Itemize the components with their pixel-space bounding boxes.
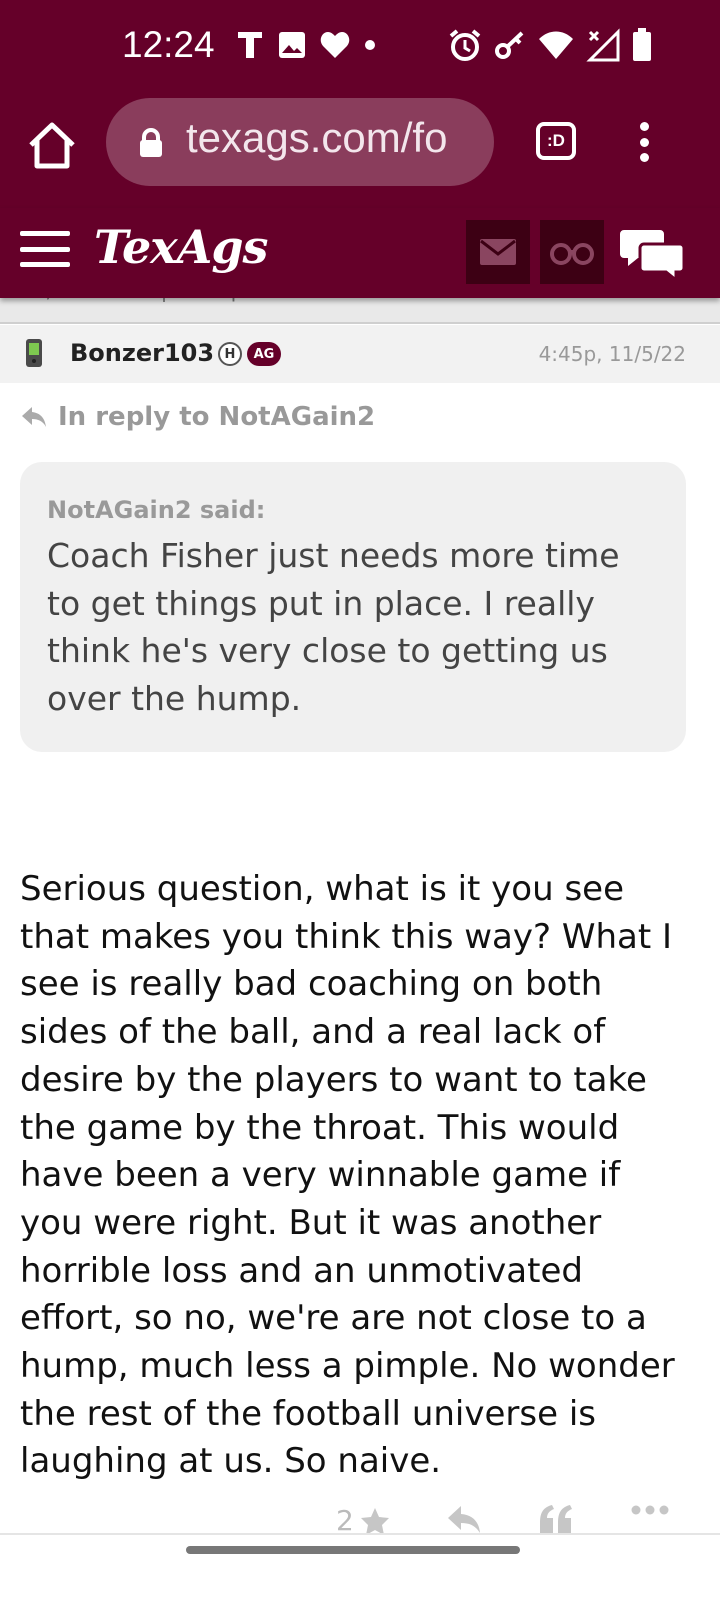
quote-block: NotAGain2 said: Coach Fisher just needs … — [20, 462, 686, 752]
watch-button[interactable] — [540, 220, 604, 284]
site-logo[interactable]: TexAgs — [94, 220, 268, 274]
signal-icon — [586, 28, 620, 62]
post-body: Serious question, what is it you see tha… — [20, 869, 675, 1482]
h-badge: H — [218, 342, 242, 366]
image-icon — [278, 31, 306, 59]
binoculars-icon — [550, 243, 594, 265]
ag-badge: AG — [247, 342, 281, 366]
status-icons-right — [448, 28, 652, 62]
tab-switcher-button[interactable]: :D — [536, 122, 576, 160]
browser-menu-button[interactable] — [638, 122, 650, 162]
quote-icon — [540, 1505, 572, 1534]
mail-icon — [480, 239, 516, 265]
messages-button[interactable] — [466, 220, 530, 284]
quote-author: NotAGain2 said: — [47, 496, 266, 524]
reply-button[interactable] — [446, 1504, 482, 1534]
quote-button[interactable] — [538, 1504, 574, 1534]
hamburger-menu-icon[interactable] — [20, 231, 70, 267]
key-icon — [494, 30, 526, 60]
more-icon — [631, 1505, 669, 1515]
reply-to-text: In reply to NotAGain2 — [58, 402, 376, 432]
dot-icon — [364, 39, 376, 51]
t-mobile-icon — [236, 30, 264, 60]
browser-toolbar: texags.com/fo :D — [0, 96, 720, 208]
site-header: TexAgs — [0, 208, 720, 298]
alarm-icon — [448, 28, 482, 62]
wifi-icon — [538, 30, 574, 60]
status-time: 12:24 — [122, 24, 215, 65]
url-text: texags.com/fo — [186, 114, 448, 161]
reply-arrow-icon — [22, 407, 46, 427]
chat-button[interactable] — [620, 226, 686, 284]
quote-text: Coach Fisher just needs more time to get… — [47, 536, 620, 718]
post-header: Bonzer103 H AG 4:45p, 11/5/22 — [0, 325, 720, 383]
url-bar[interactable]: texags.com/fo — [106, 98, 494, 186]
status-bar: 12:24 — [0, 0, 720, 96]
heart-icon — [320, 31, 350, 59]
divider — [0, 1533, 720, 1535]
post-timestamp[interactable]: 4:45p, 11/5/22 — [539, 342, 686, 366]
status-icons-left — [236, 30, 376, 60]
post-username[interactable]: Bonzer103 — [70, 339, 214, 367]
reply-to-link[interactable]: In reply to NotAGain2 — [20, 402, 375, 432]
battery-icon — [632, 28, 652, 62]
lock-icon — [138, 128, 164, 162]
mobile-phone-icon — [26, 339, 42, 367]
reply-icon — [448, 1506, 480, 1533]
star-icon — [360, 1507, 389, 1535]
chat-icon — [620, 230, 686, 284]
more-options-button[interactable] — [630, 1504, 670, 1516]
home-button[interactable] — [26, 120, 78, 172]
gesture-nav-handle[interactable] — [186, 1546, 520, 1554]
home-icon — [29, 122, 75, 169]
